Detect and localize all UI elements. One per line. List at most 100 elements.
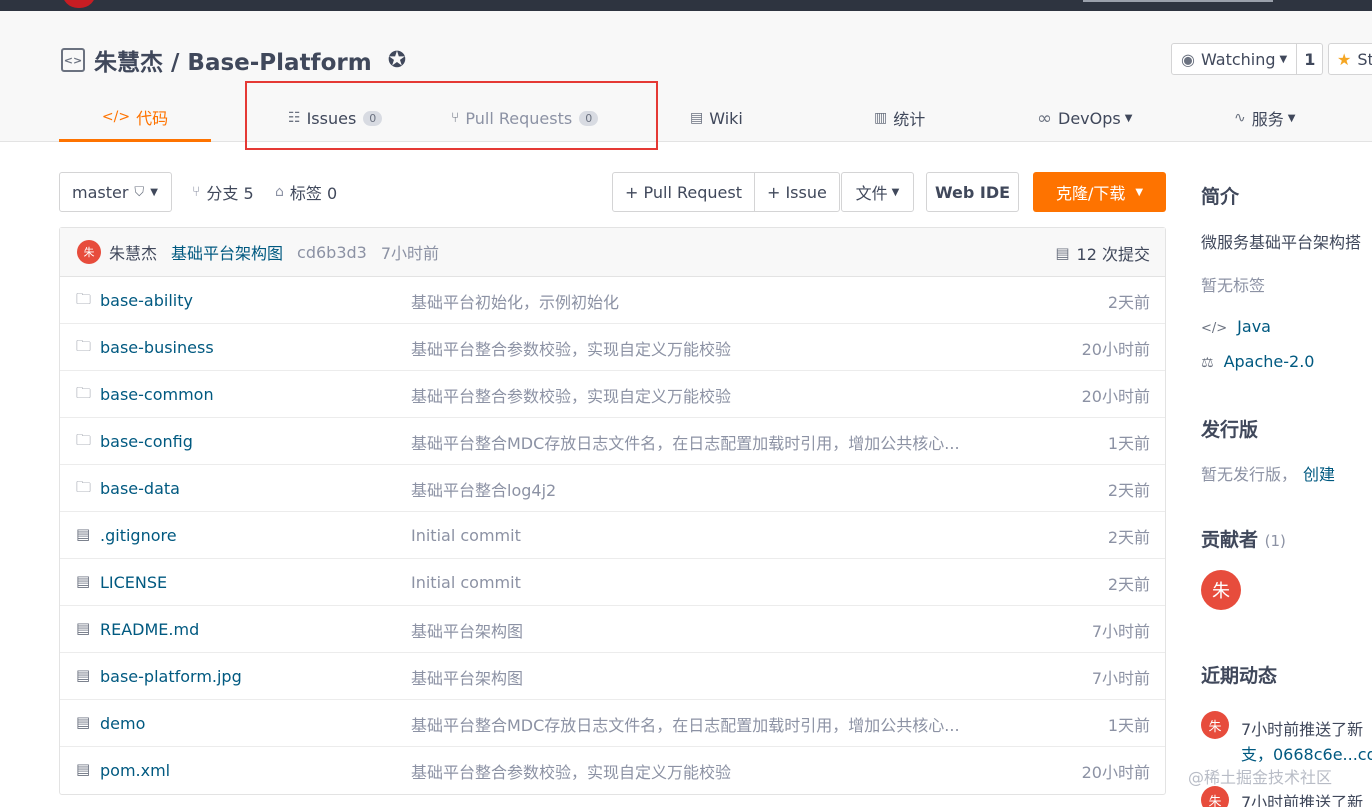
file-name-link[interactable]: base-business: [100, 324, 214, 371]
file-name-link[interactable]: base-config: [100, 418, 193, 465]
chevron-down-icon: ▼: [1135, 186, 1144, 198]
search-box-edge[interactable]: [1083, 0, 1273, 2]
file-name-link[interactable]: base-common: [100, 371, 214, 418]
watch-button[interactable]: ◉ Watching ▼: [1171, 43, 1298, 75]
file-row[interactable]: 🗀 base-ability 基础平台初始化，示例初始化 2天前: [60, 277, 1165, 324]
activity-item-1-text[interactable]: 支，0668c6e...cd6: [1241, 745, 1372, 764]
branches-label: 分支 5: [206, 184, 254, 203]
annotation-highlight-box: [245, 81, 658, 150]
file-name-link[interactable]: pom.xml: [100, 747, 170, 794]
contributor-avatar[interactable]: 朱: [1201, 570, 1241, 610]
file-commit-message[interactable]: Initial commit: [411, 559, 521, 606]
tab-wiki[interactable]: ▤ Wiki: [690, 94, 743, 142]
file-commit-time: 1天前: [1107, 433, 1150, 453]
file-row[interactable]: ▤ pom.xml 基础平台整合参数校验，实现自定义万能校验 20小时前: [60, 747, 1165, 794]
clone-download-label: 克隆/下载: [1055, 184, 1126, 203]
file-row[interactable]: ▤ base-platform.jpg 基础平台架构图 7小时前: [60, 653, 1165, 700]
file-name-link[interactable]: .gitignore: [100, 512, 177, 559]
new-pull-request-button[interactable]: + Pull Request: [613, 173, 754, 211]
file-name-link[interactable]: demo: [100, 700, 145, 747]
star-icon: ★: [1337, 49, 1352, 69]
contributors-title: 贡献者 (1): [1201, 525, 1286, 552]
file-commit-time: 1天前: [1107, 715, 1150, 735]
book-icon: ▤: [690, 110, 704, 126]
file-name-link[interactable]: README.md: [100, 606, 199, 653]
clone-download-button[interactable]: 克隆/下载 ▼: [1033, 172, 1166, 212]
watch-count[interactable]: 1: [1297, 43, 1324, 75]
folder-icon: 🗀: [76, 478, 92, 496]
release-title: 发行版: [1201, 419, 1259, 441]
branch-selector[interactable]: master ⛉ ▼: [59, 172, 172, 212]
file-commit-message[interactable]: 基础平台整合参数校验，实现自定义万能校验: [411, 371, 731, 418]
file-commit-message[interactable]: 基础平台初始化，示例初始化: [411, 277, 619, 324]
tags-link[interactable]: ⌂ 标签 0: [275, 172, 337, 212]
tags-label: 标签 0: [289, 184, 338, 203]
repo-header: <> 朱慧杰 / Base-Platform ✪ ◉ Watching ▼ 1 …: [0, 11, 1372, 142]
certified-badge-icon[interactable]: ✪: [388, 48, 406, 73]
file-commit-message[interactable]: 基础平台整合MDC存放日志文件名，在日志配置加载时引用，增加公共核心...: [411, 700, 960, 747]
language-row[interactable]: </> Java: [1201, 317, 1271, 336]
file-row[interactable]: ▤ .gitignore Initial commit 2天前: [60, 512, 1165, 559]
activity-item-1-line2: 支，0668c6e...cd6: [1241, 741, 1372, 765]
file-row[interactable]: 🗀 base-business 基础平台整合参数校验，实现自定义万能校验 20小时前: [60, 324, 1165, 371]
file-commit-message[interactable]: 基础平台整合参数校验，实现自定义万能校验: [411, 747, 731, 794]
eye-icon: ◉: [1181, 49, 1195, 69]
web-ide-button[interactable]: Web IDE: [926, 172, 1019, 212]
language-link[interactable]: Java: [1237, 317, 1271, 336]
file-commit-time: 7小时前: [1091, 668, 1150, 688]
tab-devops[interactable]: ∞ DevOps ▼: [1037, 94, 1132, 142]
tab-services[interactable]: ∿ 服务 ▼: [1234, 94, 1295, 142]
watermark: @稀土掘金技术社区: [1188, 768, 1333, 787]
activity-avatar[interactable]: 朱: [1201, 786, 1229, 807]
star-button[interactable]: ★ Star: [1328, 43, 1372, 75]
file-commit-message[interactable]: Initial commit: [411, 512, 521, 559]
file-name-link[interactable]: base-platform.jpg: [100, 653, 242, 700]
commit-count-label: 12 次提交: [1076, 244, 1150, 264]
infinity-icon: ∞: [1037, 107, 1052, 129]
folder-icon: 🗀: [76, 290, 92, 308]
file-commit-message[interactable]: 基础平台整合log4j2: [411, 465, 556, 512]
commit-author[interactable]: 朱慧杰: [109, 240, 157, 264]
file-name-link[interactable]: base-ability: [100, 277, 193, 324]
activity-avatar[interactable]: 朱: [1201, 711, 1229, 739]
file-row[interactable]: 🗀 base-config 基础平台整合MDC存放日志文件名，在日志配置加载时引用，…: [60, 418, 1165, 465]
code-icon: </>: [101, 108, 131, 125]
file-row[interactable]: 🗀 base-common 基础平台整合参数校验，实现自定义万能校验 20小时前: [60, 371, 1165, 418]
repo-title[interactable]: 朱慧杰 / Base-Platform: [94, 43, 372, 77]
license-row[interactable]: ⚖ Apache-2.0: [1201, 352, 1314, 371]
file-menu-button[interactable]: 文件 ▼: [841, 172, 914, 212]
chevron-down-icon: ▼: [891, 186, 900, 198]
file-icon: ▤: [76, 713, 91, 731]
bar-chart-icon: ▥: [874, 110, 888, 126]
file-name-link[interactable]: base-data: [100, 465, 180, 512]
commit-message[interactable]: 基础平台架构图: [171, 240, 283, 264]
create-release-link[interactable]: 创建: [1303, 465, 1335, 484]
new-issue-button[interactable]: + Issue: [753, 173, 839, 211]
commit-count-link[interactable]: ▤ 12 次提交: [1055, 228, 1150, 277]
file-row[interactable]: 🗀 base-data 基础平台整合log4j2 2天前: [60, 465, 1165, 512]
shield-icon: ⛉: [134, 184, 145, 200]
code-icon: </>: [1201, 321, 1228, 336]
commit-sha[interactable]: cd6b3d3: [297, 243, 367, 262]
file-row[interactable]: ▤ README.md 基础平台架构图 7小时前: [60, 606, 1165, 653]
file-row[interactable]: ▤ LICENSE Initial commit 2天前: [60, 559, 1165, 606]
file-commit-message[interactable]: 基础平台整合参数校验，实现自定义万能校验: [411, 324, 731, 371]
license-link[interactable]: Apache-2.0: [1224, 352, 1315, 371]
tab-stats[interactable]: ▥ 统计: [874, 94, 925, 142]
contributors-title-text: 贡献者: [1201, 529, 1259, 551]
file-commit-message[interactable]: 基础平台整合MDC存放日志文件名，在日志配置加载时引用，增加公共核心...: [411, 418, 960, 465]
file-icon: ▤: [76, 619, 91, 637]
file-commit-message[interactable]: 基础平台架构图: [411, 653, 523, 700]
branches-link[interactable]: ⑂ 分支 5: [192, 172, 254, 212]
activity-title: 近期动态: [1201, 665, 1278, 687]
file-commit-message[interactable]: 基础平台架构图: [411, 606, 523, 653]
site-logo[interactable]: [62, 0, 96, 8]
file-commit-time: 2天前: [1107, 574, 1150, 594]
chevron-down-icon: ▼: [1124, 112, 1133, 124]
activity-item-1-line1: 7小时前推送了新: [1241, 720, 1364, 739]
file-name-link[interactable]: LICENSE: [100, 559, 167, 606]
avatar[interactable]: 朱: [77, 240, 101, 264]
file-row[interactable]: ▤ demo 基础平台整合MDC存放日志文件名，在日志配置加载时引用，增加公共核心.…: [60, 700, 1165, 747]
tab-code[interactable]: </> 代码: [59, 94, 211, 142]
repo-title-row: <> 朱慧杰 / Base-Platform ✪: [61, 43, 406, 77]
